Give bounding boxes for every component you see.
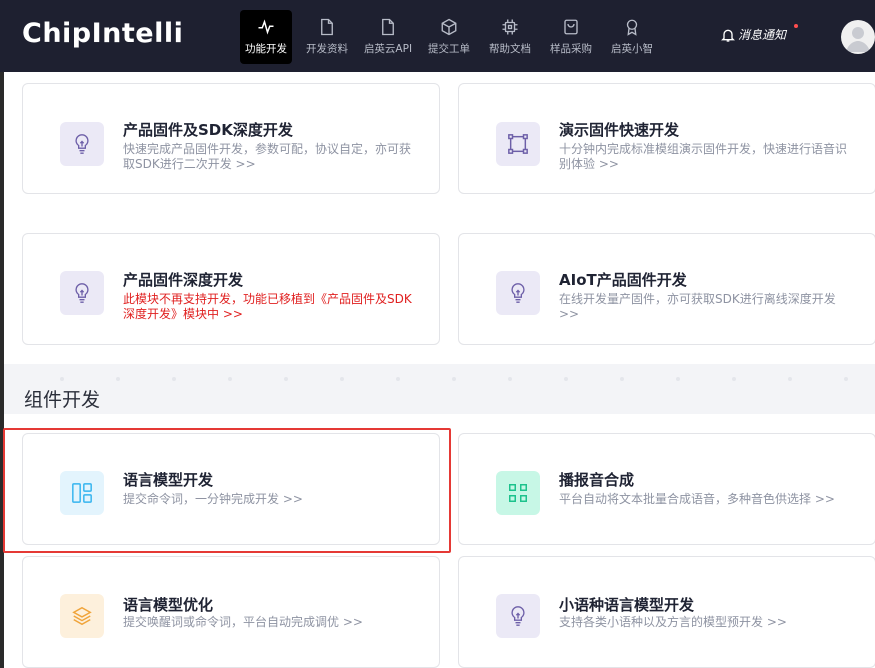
bell-icon xyxy=(720,27,736,43)
layout-icon xyxy=(60,471,104,515)
activity-icon xyxy=(256,17,276,37)
card-title: AIoT产品固件开发 xyxy=(559,271,687,289)
nav-item-assistant[interactable]: 启英小智 xyxy=(606,10,658,64)
section-title-components: 组件开发 xyxy=(24,389,101,411)
card-title: 演示固件快速开发 xyxy=(559,121,680,139)
nav-label: 功能开发 xyxy=(245,43,287,55)
decorative-dots xyxy=(60,377,870,381)
card-title: 播报音合成 xyxy=(559,471,635,489)
document-icon xyxy=(317,17,337,37)
notification-label: 消息通知 xyxy=(738,28,787,42)
card-title: 语言模型优化 xyxy=(123,596,214,614)
top-navigation-bar: ChipIntelli 功能开发 开发资料 启英云API 提交工单 帮助文档 样… xyxy=(0,0,875,72)
card-product-firmware-sdk[interactable]: 产品固件及SDK深度开发 快速完成产品固件开发，参数可配，协议自定，亦可获取SD… xyxy=(22,83,440,194)
card-aiot-firmware[interactable]: AIoT产品固件开发 在线开发量产固件，亦可获取SDK进行离线深度开发 >> xyxy=(458,233,875,345)
layers-icon xyxy=(60,594,104,638)
card-title: 语言模型开发 xyxy=(123,471,214,489)
unread-dot xyxy=(794,24,798,28)
card-desc: 提交命令词，一分钟完成开发 >> xyxy=(123,492,303,506)
award-icon xyxy=(622,17,642,37)
bulb-icon xyxy=(60,271,104,315)
bulb-icon xyxy=(496,271,540,315)
nav-label: 提交工单 xyxy=(428,43,470,55)
logo[interactable]: ChipIntelli xyxy=(22,18,183,49)
card-language-model-dev[interactable]: 语言模型开发 提交命令词，一分钟完成开发 >> xyxy=(22,433,440,545)
card-desc: 支持各类小语种以及方言的模型预开发 >> xyxy=(559,615,787,629)
nav-item-sample-purchase[interactable]: 样品采购 xyxy=(545,10,597,64)
card-tts-synthesis[interactable]: 播报音合成 平台自动将文本批量合成语音，多种音色供选择 >> xyxy=(458,433,875,545)
card-title: 产品固件及SDK深度开发 xyxy=(123,121,293,139)
grid-icon xyxy=(496,471,540,515)
nav-label: 样品采购 xyxy=(550,43,592,55)
card-warning-desc: 此模块不再支持开发，功能已移植到《产品固件及SDK深度开发》模块中 >> xyxy=(123,292,412,321)
box-icon xyxy=(439,17,459,37)
nav-label: 开发资料 xyxy=(306,43,348,55)
nav-item-dev-docs[interactable]: 开发资料 xyxy=(301,10,353,64)
frame-icon xyxy=(496,122,540,166)
card-demo-firmware[interactable]: 演示固件快速开发 十分钟内完成标准模组演示固件开发，快速进行语音识别体验 >> xyxy=(458,83,875,194)
nav-label: 启英小智 xyxy=(611,43,653,55)
card-product-firmware-deep[interactable]: 产品固件深度开发 此模块不再支持开发，功能已移植到《产品固件及SDK深度开发》模… xyxy=(22,233,440,345)
chip-icon xyxy=(500,17,520,37)
card-desc: 平台自动将文本批量合成语音，多种音色供选择 >> xyxy=(559,492,835,506)
card-minor-language-model[interactable]: 小语种语言模型开发 支持各类小语种以及方言的模型预开发 >> xyxy=(458,556,875,668)
notification-button[interactable]: 消息通知 xyxy=(720,26,786,43)
nav-label: 启英云API xyxy=(363,43,413,55)
avatar[interactable] xyxy=(841,20,875,54)
bulb-icon xyxy=(60,122,104,166)
card-language-model-optimize[interactable]: 语言模型优化 提交唤醒词或命令词，平台自动完成调优 >> xyxy=(22,556,440,668)
card-desc: 十分钟内完成标准模组演示固件开发，快速进行语音识别体验 >> xyxy=(559,142,848,171)
nav-item-cloud-api[interactable]: 启英云API xyxy=(362,10,414,64)
card-desc: 提交唤醒词或命令词，平台自动完成调优 >> xyxy=(123,615,363,629)
nav-item-function-dev[interactable]: 功能开发 xyxy=(240,10,292,64)
shopping-bag-icon xyxy=(561,17,581,37)
card-desc: 在线开发量产固件，亦可获取SDK进行离线深度开发 >> xyxy=(559,292,836,321)
nav-label: 帮助文档 xyxy=(489,43,531,55)
card-desc: 快速完成产品固件开发，参数可配，协议自定，亦可获取SDK进行二次开发 >> xyxy=(123,142,412,171)
nav-item-help-docs[interactable]: 帮助文档 xyxy=(484,10,536,64)
card-title: 小语种语言模型开发 xyxy=(559,596,695,614)
nav-item-submit-ticket[interactable]: 提交工单 xyxy=(423,10,475,64)
document-icon xyxy=(378,17,398,37)
card-title: 产品固件深度开发 xyxy=(123,271,244,289)
bulb-icon xyxy=(496,594,540,638)
